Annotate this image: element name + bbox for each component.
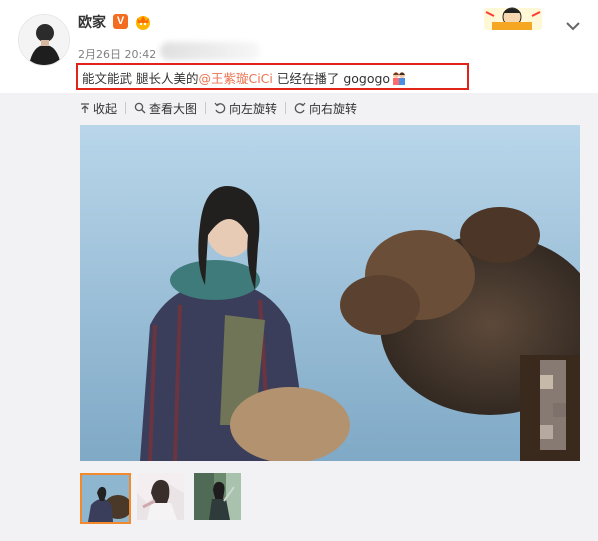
avatar[interactable] [18, 14, 70, 66]
thumbnail-1[interactable] [80, 473, 131, 524]
verified-badge: V [113, 14, 128, 29]
rotate-left-icon [214, 102, 226, 114]
rotate-left-label: 向左旋转 [229, 101, 278, 116]
rotate-right-button[interactable]: 向右旋转 [294, 100, 357, 117]
cartoon-sticker [482, 4, 544, 32]
post-text-prefix: 能文能武 腿长人美的 [82, 71, 199, 86]
post-timestamp[interactable]: 2月26日 20:42 [78, 46, 156, 62]
magnifier-icon [134, 102, 146, 114]
toolbar-divider [125, 102, 127, 114]
collapse-icon [81, 102, 89, 113]
view-large-label: 查看大图 [149, 101, 198, 116]
thumbnail-strip [80, 473, 245, 524]
kids-emoji [391, 71, 407, 85]
rotate-left-button[interactable]: 向左旋转 [214, 100, 277, 117]
collapse-label: 收起 [93, 101, 118, 116]
blurred-source [160, 42, 260, 60]
toolbar-divider [205, 102, 207, 114]
crown-badge-icon [134, 13, 152, 30]
thumbnail-3[interactable] [194, 473, 245, 524]
chevron-down-icon[interactable] [566, 16, 580, 31]
rotate-right-label: 向右旋转 [309, 101, 358, 116]
user-mention-link[interactable]: @王紫璇CiCi [198, 71, 272, 86]
image-toolbar: 收起 查看大图 向左旋转 向右旋转 [80, 100, 357, 116]
rotate-right-icon [294, 102, 306, 114]
collapse-button[interactable]: 收起 [80, 100, 117, 117]
thumbnail-2[interactable] [137, 473, 188, 524]
view-large-button[interactable]: 查看大图 [134, 100, 197, 117]
post-content: 能文能武 腿长人美的@王紫璇CiCi 已经在播了 gogogo [82, 68, 407, 87]
post-text-suffix: 已经在播了 gogogo [272, 71, 391, 86]
username[interactable]: 欧家 [78, 12, 106, 32]
main-photo[interactable] [80, 125, 580, 461]
toolbar-divider [285, 102, 287, 114]
